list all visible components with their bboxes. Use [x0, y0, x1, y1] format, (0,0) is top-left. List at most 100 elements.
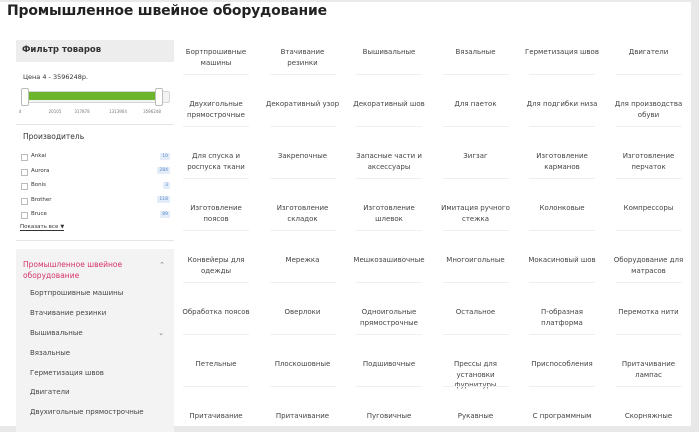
category-tile[interactable]: Мешкозашивочные	[352, 255, 426, 266]
category-tile[interactable]: Плоскошовные	[266, 359, 340, 370]
category-tile[interactable]: Остальное	[439, 307, 513, 318]
chevron-down-icon[interactable]: ⌄	[158, 329, 164, 337]
price-tick-label: 1313904	[109, 109, 127, 114]
price-slider-min-handle[interactable]	[21, 88, 29, 106]
tile-divider	[269, 230, 336, 231]
category-tile[interactable]: Изготовление шлевок	[352, 203, 426, 224]
price-slider-max-handle[interactable]	[154, 88, 163, 106]
subcategory-item[interactable]: Бортпрошивные машины	[30, 289, 170, 309]
price-slider[interactable]	[20, 88, 170, 106]
manufacturer-checkbox[interactable]	[21, 212, 28, 220]
subcategory-item[interactable]: Вышивальные ⌄	[30, 329, 170, 349]
subcategory-label: Двигатели	[30, 388, 70, 397]
show-all-link[interactable]: Показать все ▼	[20, 224, 65, 231]
category-tile[interactable]: Изготовление карманов	[525, 151, 599, 172]
subcategory-label: Вязальные	[30, 348, 71, 357]
category-tile[interactable]: Мокасиновый шов	[525, 255, 599, 266]
category-tile[interactable]: Колонковые	[525, 203, 599, 214]
category-tile[interactable]: Для подгибки низа	[525, 99, 599, 110]
page-title: Промышленное швейное оборудование	[7, 3, 327, 19]
manufacturer-item[interactable]: Aurora 284	[20, 167, 170, 182]
category-panel: Промышленное швейное оборудование ⌃ Борт…	[16, 249, 174, 432]
tile-divider	[442, 386, 509, 387]
divider	[16, 124, 174, 125]
manufacturer-checkbox[interactable]	[21, 183, 28, 191]
category-tile[interactable]: Обработка поясов	[179, 307, 253, 318]
category-tile[interactable]: Компрессоры	[612, 203, 686, 214]
category-tile[interactable]: Для паеток	[439, 99, 513, 110]
category-tile[interactable]: Изготовление перчаток	[612, 151, 686, 172]
category-tile[interactable]: Пуговичные	[352, 411, 426, 422]
category-tile[interactable]: Втачивание резинки	[266, 47, 340, 68]
category-tile[interactable]: Двухигольные прямострочные	[179, 99, 253, 120]
category-tile[interactable]: Одноигольные прямострочные	[352, 307, 426, 328]
category-tile[interactable]: Для производства обуви	[612, 99, 686, 120]
category-tile[interactable]: Перемотка нити	[612, 307, 686, 318]
divider	[16, 240, 174, 241]
tile-divider	[183, 126, 249, 127]
category-tile[interactable]: Изготовление поясов	[179, 203, 253, 224]
category-tile[interactable]: Зигзаг	[439, 151, 513, 162]
manufacturer-name: Brother	[31, 196, 52, 203]
category-tile[interactable]: Притачивание	[179, 411, 253, 422]
category-tile[interactable]: Конвейеры для одежды	[179, 255, 253, 276]
category-tile[interactable]: Притачивание лампас	[612, 359, 686, 380]
manufacturer-name: Ankai	[31, 153, 47, 159]
chevron-up-icon[interactable]: ⌃	[159, 261, 165, 269]
tile-divider	[615, 334, 682, 335]
category-tile[interactable]: Декоративный шов	[352, 99, 426, 110]
subcategory-label: Герметизация швов	[30, 368, 104, 377]
category-tile[interactable]: Имитация ручного стежка	[439, 203, 513, 224]
manufacturer-count-badge: 10	[160, 152, 170, 160]
subcategory-label: Втачивание резинки	[30, 308, 107, 317]
price-slider-ticks: 4 20105 317878 1313904 3596248	[19, 109, 170, 117]
manufacturer-checkbox[interactable]	[21, 197, 28, 205]
tile-divider	[529, 230, 595, 231]
manufacturer-checkbox[interactable]	[21, 154, 28, 161]
tile-divider	[269, 74, 336, 75]
category-tile[interactable]: Оверлоки	[266, 307, 340, 318]
manufacturer-item[interactable]: Ankai 10	[20, 152, 170, 167]
category-tile[interactable]: Для спуска и роспуска ткани	[179, 151, 253, 172]
subcategory-item[interactable]: Герметизация швов	[30, 369, 170, 389]
category-tile[interactable]: Притачивание	[266, 411, 340, 422]
filter-sidebar: Фильтр товаров Цена 4 - 3596248р. 4 20105…	[16, 40, 174, 432]
category-tile[interactable]: П-образная платформа	[525, 307, 599, 328]
category-tile[interactable]: Изготовление складок	[266, 203, 340, 224]
category-tile[interactable]: Многоигольные	[439, 255, 513, 266]
manufacturer-item[interactable]: Brother 118	[20, 196, 170, 211]
chevron-down-icon: ▼	[60, 224, 65, 230]
manufacturer-item[interactable]: Bruce 89	[20, 210, 170, 225]
tile-divider	[529, 178, 595, 179]
category-tile[interactable]: Закрепочные	[266, 151, 340, 162]
category-tile[interactable]: Подшивочные	[352, 359, 426, 370]
tile-divider	[269, 126, 336, 127]
tile-divider	[183, 230, 249, 231]
category-tile[interactable]: Герметизация швов	[525, 47, 599, 58]
category-active[interactable]: Промышленное швейное оборудование	[23, 259, 143, 281]
category-tile[interactable]: Запасные части и аксессуары	[352, 151, 426, 172]
subcategory-item[interactable]: Втачивание резинки	[30, 309, 170, 329]
subcategory-label: Вышивальные	[30, 328, 83, 337]
tile-divider	[269, 282, 336, 283]
category-tile[interactable]: Мережка	[266, 255, 340, 266]
category-tile[interactable]: Рукавные	[439, 411, 513, 422]
category-tile[interactable]: Вязальные	[439, 47, 513, 58]
category-tile[interactable]: Петельные	[179, 359, 253, 370]
category-tile[interactable]: Приспособления	[525, 359, 599, 370]
category-tile[interactable]: Декоративный узор	[266, 99, 340, 110]
tile-divider	[615, 126, 682, 127]
category-tile[interactable]: Двигатели	[612, 47, 686, 58]
subcategory-item[interactable]: Двигатели	[30, 388, 170, 408]
category-tile[interactable]: Вышивальные	[352, 47, 426, 58]
subcategory-item[interactable]: Двухигольные прямострочные	[30, 408, 170, 428]
manufacturer-item[interactable]: Bonis 3	[20, 181, 170, 196]
manufacturer-checkbox[interactable]	[21, 168, 28, 176]
category-tile[interactable]: Оборудование для матрасов	[612, 255, 686, 276]
tile-divider	[183, 386, 249, 387]
category-tile[interactable]: С программным	[525, 411, 599, 422]
subcategory-item[interactable]: Вязальные	[30, 349, 170, 369]
category-tile[interactable]: Скорняжные	[612, 411, 686, 422]
category-tile[interactable]: Бортпрошивные машины	[179, 47, 253, 68]
tile-divider	[529, 74, 595, 75]
